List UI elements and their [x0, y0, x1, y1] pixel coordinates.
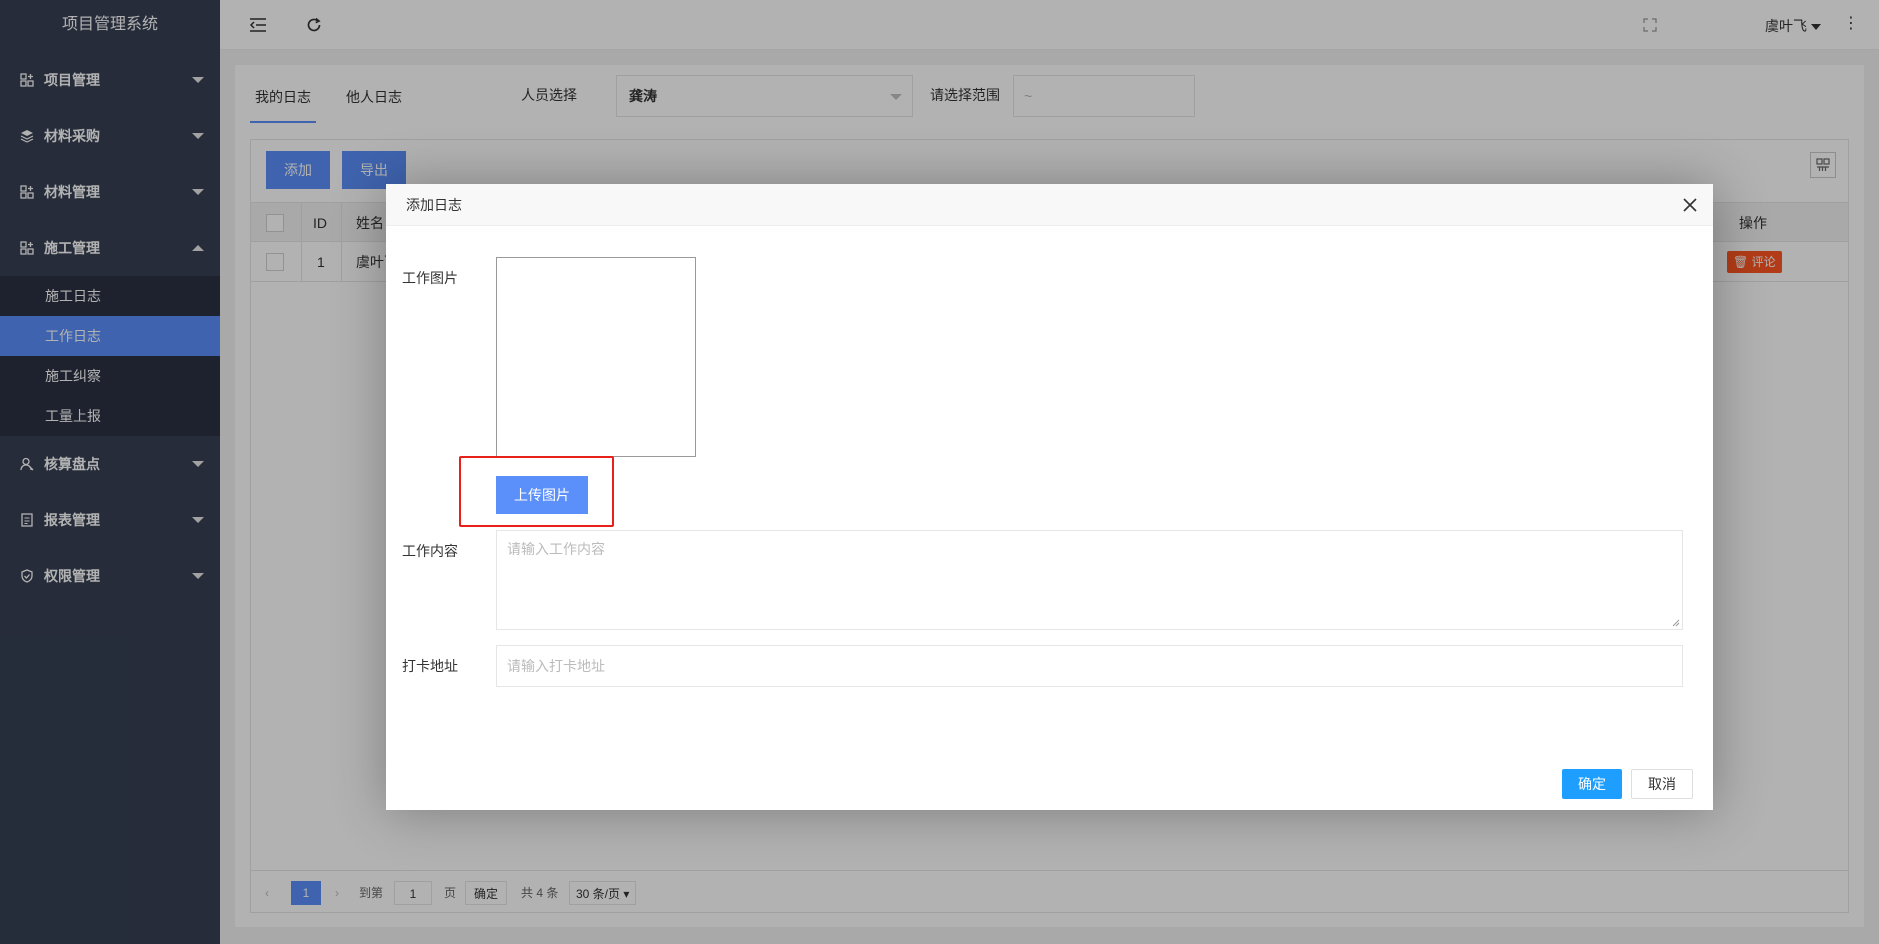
close-icon[interactable]: [1681, 196, 1699, 214]
content-label: 工作内容: [402, 543, 458, 559]
work-content-textarea[interactable]: 请输入工作内容: [496, 530, 1683, 630]
image-label: 工作图片: [402, 270, 458, 286]
address-label: 打卡地址: [402, 658, 458, 674]
resize-grip-icon[interactable]: [1672, 619, 1680, 627]
confirm-button[interactable]: 确定: [1562, 769, 1622, 799]
upload-image-button[interactable]: 上传图片: [496, 476, 588, 514]
content-placeholder: 请输入工作内容: [507, 541, 605, 557]
dialog-title: 添加日志: [386, 184, 1713, 226]
cancel-button[interactable]: 取消: [1631, 769, 1693, 799]
checkin-address-input[interactable]: 请输入打卡地址: [496, 645, 1683, 687]
image-preview: [496, 257, 696, 457]
add-log-dialog: 添加日志 工作图片 上传图片 工作内容 请输入工作内容 打卡地址 请输入打卡地址…: [386, 184, 1713, 810]
